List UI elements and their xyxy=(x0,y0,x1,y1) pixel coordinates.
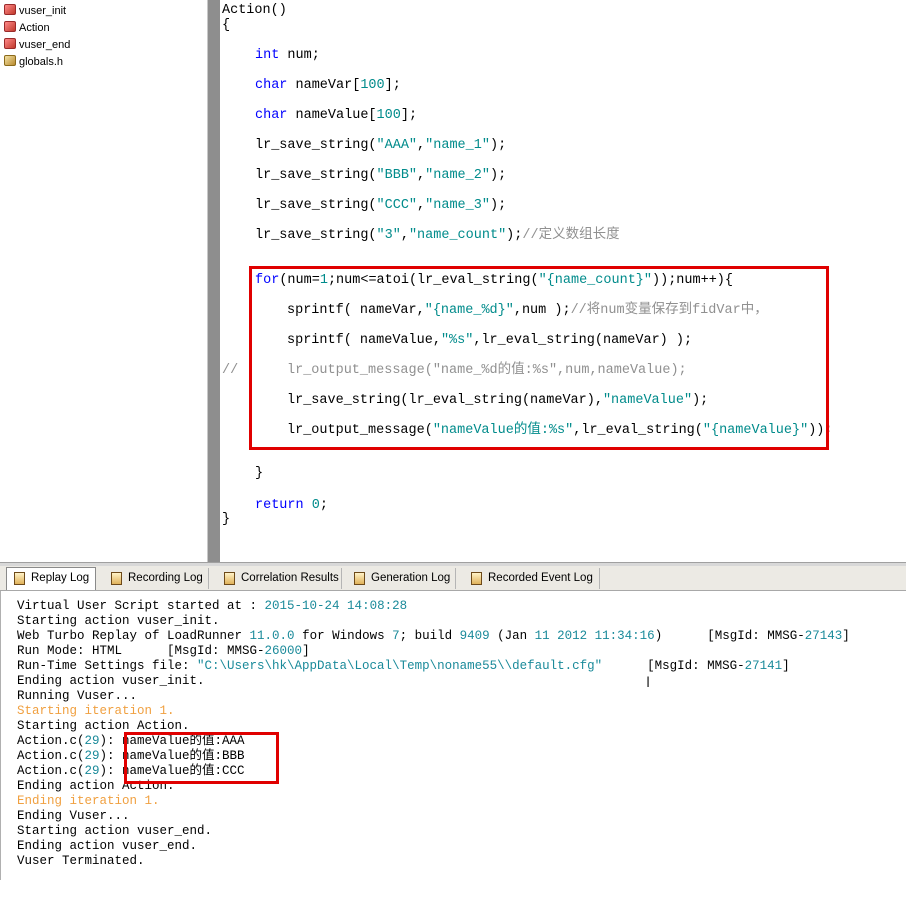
code-line: int num; xyxy=(255,48,320,63)
code-line: } xyxy=(255,466,264,481)
tab-recording-log[interactable]: Recording Log xyxy=(104,568,209,589)
code-line: } xyxy=(222,512,231,527)
vertical-splitter[interactable] xyxy=(208,0,220,562)
tree-item-vuser-end[interactable]: vuser_end xyxy=(4,37,70,53)
output-tab-bar: Replay Log Recording Log Correlation Res… xyxy=(0,566,906,591)
log-line: Starting action vuser_init. xyxy=(17,614,220,628)
tree-item-label: vuser_end xyxy=(19,39,71,51)
tree-item-label: vuser_init xyxy=(19,5,67,17)
log-line: Ending Vuser... xyxy=(17,809,130,823)
code-line: lr_save_string("CCC","name_3"); xyxy=(255,198,507,213)
correlation-icon xyxy=(224,572,235,585)
code-line: // xyxy=(222,363,239,378)
code-editor[interactable]: Action() { int num; char nameVar[100]; c… xyxy=(220,0,906,562)
log-line: Virtual User Script started at : 2015-10… xyxy=(17,599,408,613)
code-line: Action() xyxy=(222,3,287,18)
action-file-icon xyxy=(4,38,16,49)
highlight-box xyxy=(249,266,829,450)
action-file-icon xyxy=(4,21,16,32)
tab-correlation-results[interactable]: Correlation Results xyxy=(217,568,342,589)
code-line: lr_save_string("3","name_count");//定义数组长… xyxy=(255,228,620,243)
script-tree: vuser_init Action vuser_end globals.h xyxy=(0,0,208,562)
tree-item-label: globals.h xyxy=(19,56,64,68)
tab-recorded-event-log[interactable]: Recorded Event Log xyxy=(464,568,600,589)
tab-replay-log[interactable]: Replay Log xyxy=(6,567,96,590)
log-icon xyxy=(354,572,365,585)
log-line: Running Vuser... xyxy=(17,689,138,703)
tree-item-label: Action xyxy=(19,22,50,34)
log-icon xyxy=(14,572,25,585)
code-line: return 0; xyxy=(255,498,328,513)
tab-generation-log[interactable]: Generation Log xyxy=(347,568,456,589)
code-line: { xyxy=(222,18,231,33)
tree-item-action[interactable]: Action xyxy=(4,20,50,36)
code-line: char nameValue[100]; xyxy=(255,108,418,123)
tree-item-vuser-init[interactable]: vuser_init xyxy=(4,3,66,19)
replay-log-output[interactable]: Virtual User Script started at : 2015-10… xyxy=(0,591,906,880)
text-cursor-icon: I xyxy=(646,675,651,691)
code-line: lr_save_string("BBB","name_2"); xyxy=(255,168,507,183)
log-line: Starting iteration 1. xyxy=(17,704,175,718)
code-line: char nameVar[100]; xyxy=(255,78,401,93)
log-line: Ending action vuser_init. xyxy=(17,674,205,688)
log-icon xyxy=(111,572,122,585)
tree-item-globals-h[interactable]: globals.h xyxy=(4,54,63,70)
log-line: Starting action vuser_end. xyxy=(17,824,213,838)
highlight-box xyxy=(124,732,279,784)
header-file-icon xyxy=(4,55,16,66)
log-line: Run-Time Settings file: "C:\Users\hk\App… xyxy=(17,659,790,673)
log-line: Vuser Terminated. xyxy=(17,854,145,868)
log-line: Ending action vuser_end. xyxy=(17,839,198,853)
log-line: Web Turbo Replay of LoadRunner 11.0.0 fo… xyxy=(17,629,850,643)
log-line: Run Mode: HTML [MsgId: MMSG-26000] xyxy=(17,644,310,658)
log-line: Ending iteration 1. xyxy=(17,794,160,808)
code-line: lr_save_string("AAA","name_1"); xyxy=(255,138,507,153)
log-icon xyxy=(471,572,482,585)
action-file-icon xyxy=(4,4,16,15)
